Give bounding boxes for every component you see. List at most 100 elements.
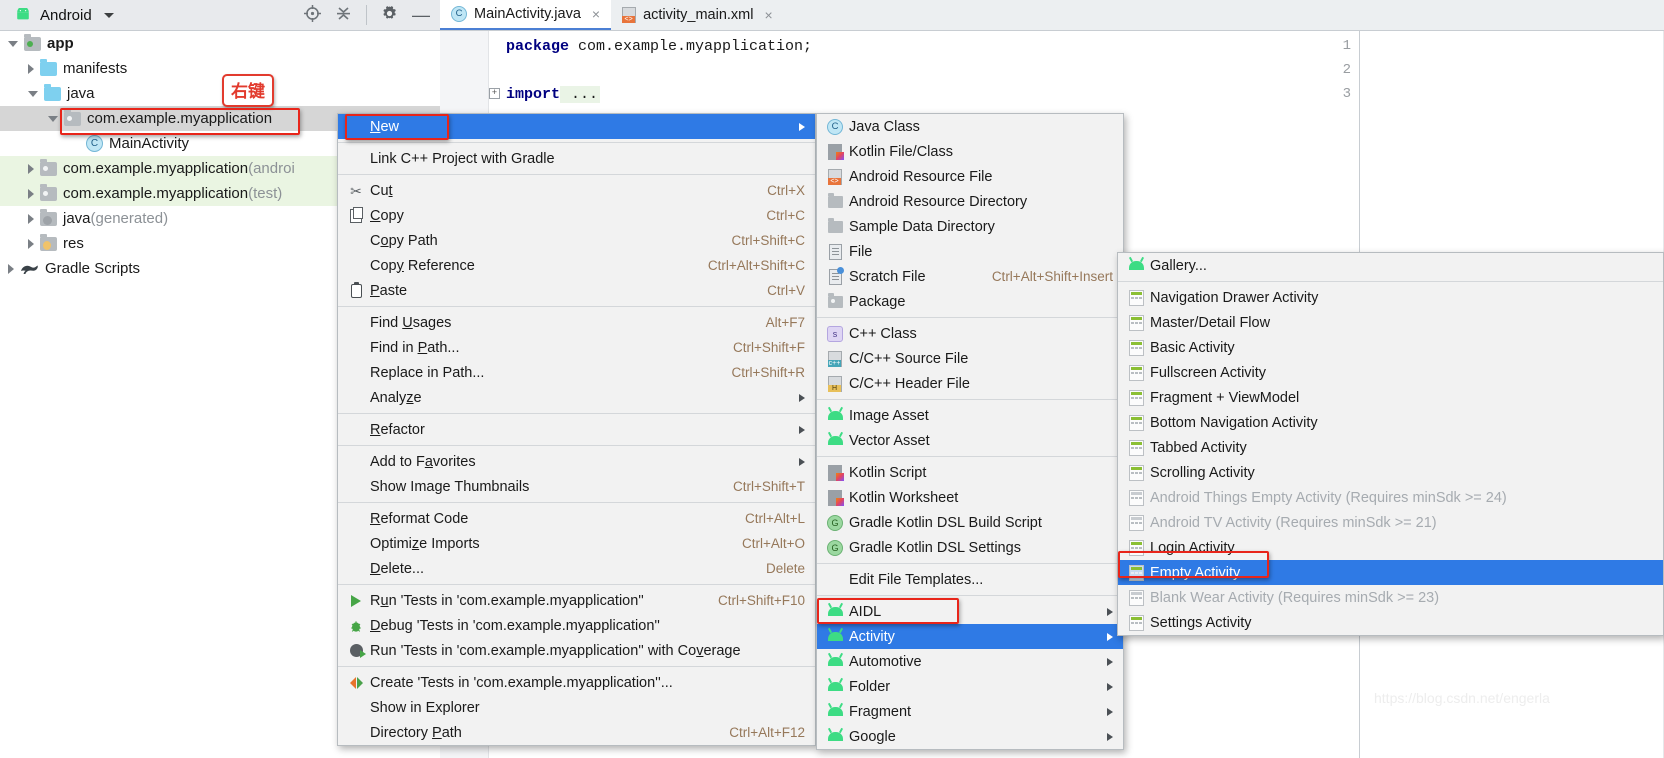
submenu-item-file[interactable]: File <box>817 239 1123 264</box>
activity-item-login-activity[interactable]: Login Activity <box>1118 535 1663 560</box>
run-play-icon <box>346 594 366 607</box>
submenu-item-sample-data-directory[interactable]: Sample Data Directory <box>817 214 1123 239</box>
annotation-right-click: 右键 <box>222 74 274 107</box>
activity-item-blank-wear: Blank Wear Activity (Requires minSdk >= … <box>1118 585 1663 610</box>
tree-node-java[interactable]: java <box>0 81 440 106</box>
project-view-selector[interactable]: Android <box>0 5 114 24</box>
chevron-right-icon[interactable] <box>28 63 34 74</box>
menu-item-analyze[interactable]: Analyze <box>338 385 815 410</box>
chevron-right-icon[interactable] <box>28 163 34 174</box>
menu-item-debug-tests[interactable]: Debug 'Tests in 'com.example.myapplicati… <box>338 613 815 638</box>
fold-marker[interactable]: + <box>489 88 500 99</box>
activity-item-settings-activity[interactable]: Settings Activity <box>1118 610 1663 635</box>
submenu-item-vector-asset[interactable]: Vector Asset <box>817 428 1123 453</box>
menu-item-label: Show in Explorer <box>370 699 480 716</box>
submenu-item-google[interactable]: Google <box>817 724 1123 749</box>
submenu-item-cpp-header-file[interactable]: H C/C++ Header File <box>817 371 1123 396</box>
submenu-item-activity[interactable]: Activity <box>817 624 1123 649</box>
activity-item-fullscreen-activity[interactable]: Fullscreen Activity <box>1118 360 1663 385</box>
menu-item-replace-in-path[interactable]: Replace in Path... Ctrl+Shift+R <box>338 360 815 385</box>
context-menu[interactable]: NNewew Link C++ Project with Gradle ✂ Cu… <box>337 113 816 746</box>
editor-tab-bar: C MainActivity.java × <> activity_main.x… <box>440 0 1664 31</box>
cpp-header-icon: H <box>825 375 845 392</box>
chevron-right-icon[interactable] <box>28 188 34 199</box>
menu-item-copy-path[interactable]: Copy Path Ctrl+Shift+C <box>338 228 815 253</box>
activity-item-empty-activity[interactable]: Empty Activity <box>1118 560 1663 585</box>
menu-item-cut[interactable]: ✂ Cut Ctrl+X <box>338 178 815 203</box>
menu-item-label: Android Things Empty Activity (Requires … <box>1150 489 1507 506</box>
chevron-down-icon[interactable] <box>48 115 58 122</box>
locate-icon[interactable] <box>304 4 321 26</box>
submenu-item-folder[interactable]: Folder <box>817 674 1123 699</box>
menu-item-label: Gallery... <box>1150 257 1207 274</box>
menu-item-run-tests-coverage[interactable]: Run 'Tests in 'com.example.myapplication… <box>338 638 815 663</box>
close-icon[interactable]: × <box>764 7 772 23</box>
menu-item-show-image-thumbnails[interactable]: Show Image Thumbnails Ctrl+Shift+T <box>338 474 815 499</box>
menu-item-find-in-path[interactable]: Find in Path... Ctrl+Shift+F <box>338 335 815 360</box>
activity-item-master-detail-flow[interactable]: Master/Detail Flow <box>1118 310 1663 335</box>
activity-item-scrolling-activity[interactable]: Scrolling Activity <box>1118 460 1663 485</box>
create-config-icon <box>346 676 366 689</box>
menu-item-optimize-imports[interactable]: Optimize Imports Ctrl+Alt+O <box>338 531 815 556</box>
activity-item-bottom-navigation[interactable]: Bottom Navigation Activity <box>1118 410 1663 435</box>
chevron-right-icon[interactable] <box>28 238 34 249</box>
activity-item-basic-activity[interactable]: Basic Activity <box>1118 335 1663 360</box>
close-icon[interactable]: × <box>592 6 600 22</box>
chevron-down-icon[interactable] <box>103 12 114 18</box>
android-robot-icon <box>825 682 845 691</box>
menu-item-paste[interactable]: Paste Ctrl+V <box>338 278 815 303</box>
new-submenu[interactable]: C Java Class Kotlin File/Class <> Androi… <box>816 113 1124 750</box>
menu-item-reformat-code[interactable]: Reformat Code Ctrl+Alt+L <box>338 506 815 531</box>
menu-item-directory-path[interactable]: Directory Path Ctrl+Alt+F12 <box>338 720 815 745</box>
submenu-item-kotlin-worksheet[interactable]: Kotlin Worksheet <box>817 485 1123 510</box>
submenu-item-package[interactable]: Package <box>817 289 1123 314</box>
submenu-item-gradle-kotlin-dsl-build-script[interactable]: G Gradle Kotlin DSL Build Script <box>817 510 1123 535</box>
menu-item-refactor[interactable]: Refactor <box>338 417 815 442</box>
submenu-item-edit-file-templates[interactable]: Edit File Templates... <box>817 567 1123 592</box>
activity-item-fragment-viewmodel[interactable]: Fragment + ViewModel <box>1118 385 1663 410</box>
submenu-arrow-icon <box>1107 682 1113 691</box>
submenu-item-cpp-class[interactable]: s C++ Class <box>817 321 1123 346</box>
submenu-item-image-asset[interactable]: Image Asset <box>817 403 1123 428</box>
tree-node-manifests[interactable]: manifests <box>0 56 440 81</box>
submenu-item-kotlin-script[interactable]: Kotlin Script <box>817 460 1123 485</box>
submenu-item-aidl[interactable]: AIDL <box>817 599 1123 624</box>
tree-node-app[interactable]: app <box>0 31 440 56</box>
menu-item-label: Scratch File <box>849 268 926 285</box>
submenu-item-automotive[interactable]: Automotive <box>817 649 1123 674</box>
activity-submenu[interactable]: Gallery... Navigation Drawer Activity Ma… <box>1117 252 1664 636</box>
activity-item-navigation-drawer[interactable]: Navigation Drawer Activity <box>1118 285 1663 310</box>
menu-item-copy-reference[interactable]: Copy Reference Ctrl+Alt+Shift+C <box>338 253 815 278</box>
chevron-right-icon[interactable] <box>8 263 14 274</box>
menu-item-find-usages[interactable]: Find Usages Alt+F7 <box>338 310 815 335</box>
watermark-text: https://blog.csdn.net/engerla <box>1374 690 1550 706</box>
submenu-item-scratch-file[interactable]: Scratch File Ctrl+Alt+Shift+Insert <box>817 264 1123 289</box>
submenu-item-fragment[interactable]: Fragment <box>817 699 1123 724</box>
collapse-all-icon[interactable] <box>335 5 352 26</box>
settings-gear-icon[interactable] <box>381 5 398 26</box>
menu-item-delete[interactable]: Delete... Delete <box>338 556 815 581</box>
chevron-down-icon[interactable] <box>8 40 18 47</box>
menu-item-copy[interactable]: Copy Ctrl+C <box>338 203 815 228</box>
tree-node-label: manifests <box>63 60 128 77</box>
chevron-down-icon[interactable] <box>28 90 38 97</box>
menu-item-show-in-explorer[interactable]: Show in Explorer <box>338 695 815 720</box>
menu-item-label: Google <box>849 728 896 745</box>
minimize-icon[interactable]: — <box>412 6 430 24</box>
activity-item-tabbed-activity[interactable]: Tabbed Activity <box>1118 435 1663 460</box>
submenu-item-android-resource-file[interactable]: <> Android Resource File <box>817 164 1123 189</box>
submenu-item-gradle-kotlin-dsl-settings[interactable]: G Gradle Kotlin DSL Settings <box>817 535 1123 560</box>
chevron-right-icon[interactable] <box>28 213 34 224</box>
menu-item-run-tests[interactable]: Run 'Tests in 'com.example.myapplication… <box>338 588 815 613</box>
menu-item-add-to-favorites[interactable]: Add to Favorites <box>338 449 815 474</box>
menu-item-create-tests-config[interactable]: Create 'Tests in 'com.example.myapplicat… <box>338 670 815 695</box>
submenu-item-kotlin-file-class[interactable]: Kotlin File/Class <box>817 139 1123 164</box>
tab-mainactivity-java[interactable]: C MainActivity.java × <box>440 0 612 30</box>
tab-activity-main-xml[interactable]: <> activity_main.xml × <box>611 0 784 30</box>
submenu-item-cpp-source-file[interactable]: c++ C/C++ Source File <box>817 346 1123 371</box>
activity-item-gallery[interactable]: Gallery... <box>1118 253 1663 278</box>
submenu-item-android-resource-directory[interactable]: Android Resource Directory <box>817 189 1123 214</box>
menu-item-link-cpp[interactable]: Link C++ Project with Gradle <box>338 146 815 171</box>
submenu-item-java-class[interactable]: C Java Class <box>817 114 1123 139</box>
menu-item-new[interactable]: NNewew <box>338 114 815 139</box>
